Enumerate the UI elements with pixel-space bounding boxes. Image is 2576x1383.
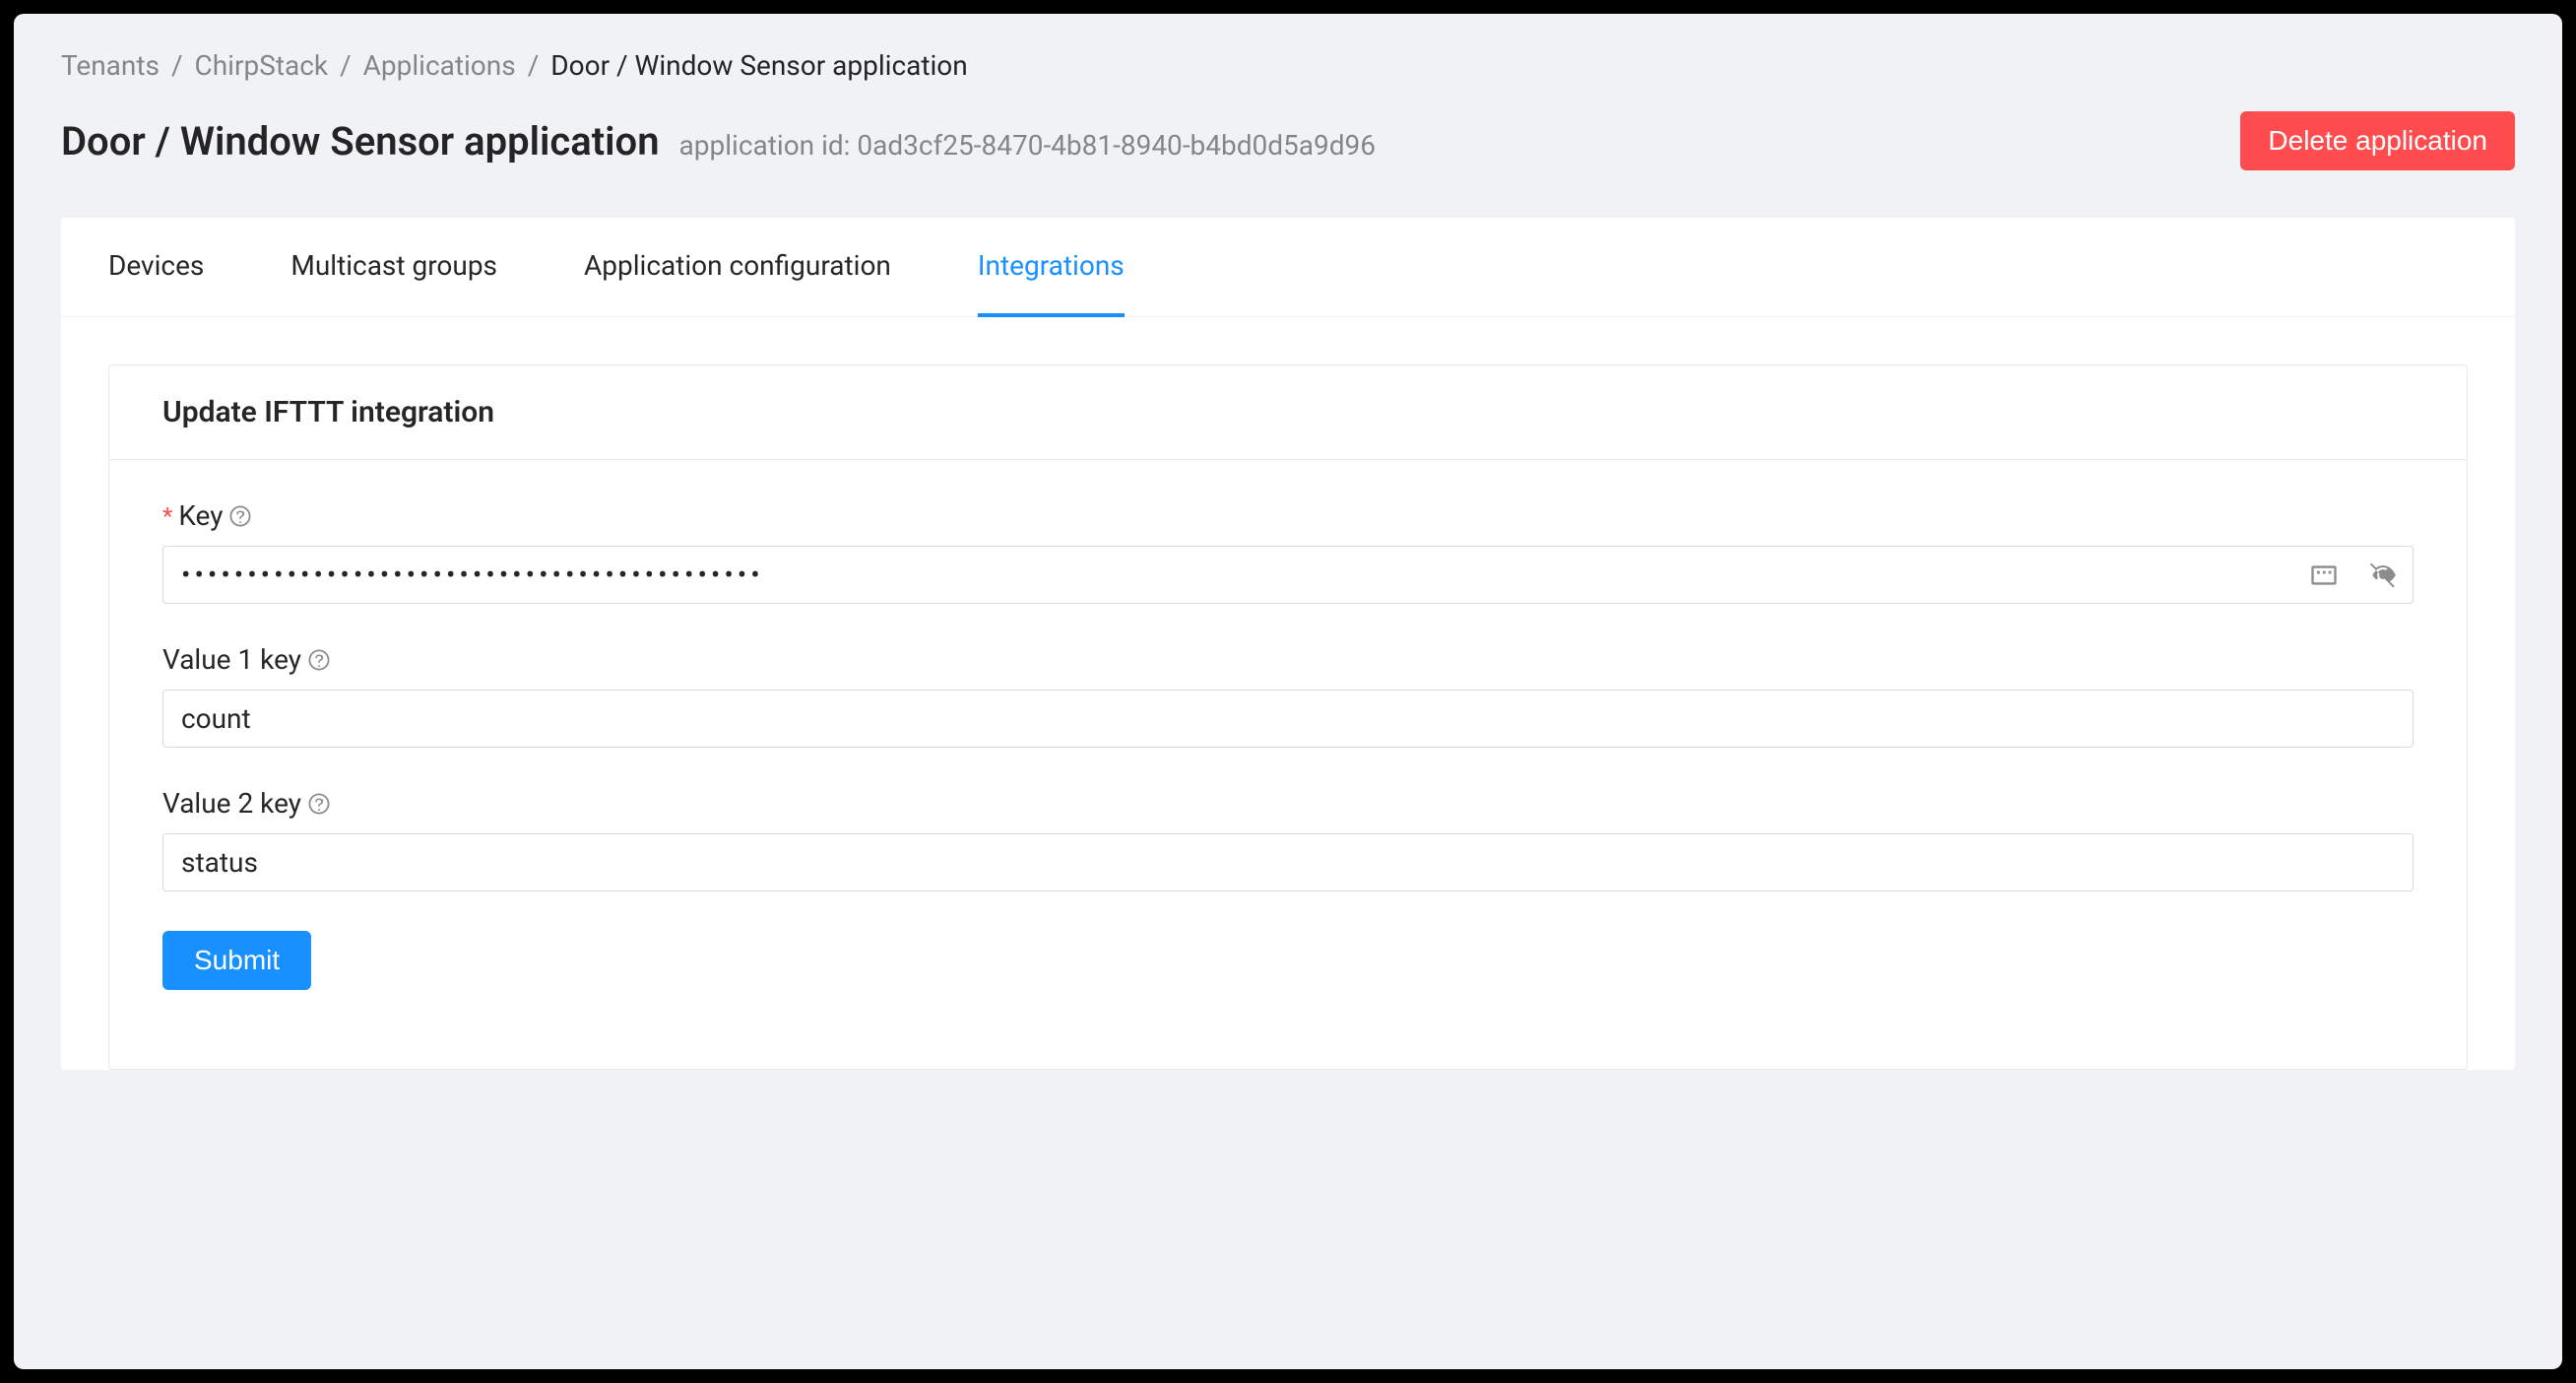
breadcrumb-link-applications[interactable]: Applications bbox=[363, 49, 516, 82]
value1-label: Value 1 key bbox=[162, 643, 2414, 676]
eye-invisible-icon[interactable] bbox=[2368, 560, 2398, 590]
help-icon[interactable] bbox=[307, 648, 331, 672]
key-label: * Key bbox=[162, 499, 2414, 532]
help-icon[interactable] bbox=[307, 792, 331, 816]
key-label-text: Key bbox=[178, 499, 223, 532]
application-id-label: application id: 0ad3cf25-8470-4b81-8940-… bbox=[679, 129, 1376, 162]
value2-input[interactable] bbox=[162, 833, 2414, 891]
breadcrumb-separator: / bbox=[336, 49, 355, 82]
tab-devices[interactable]: Devices bbox=[108, 218, 204, 317]
help-icon[interactable] bbox=[228, 504, 252, 528]
value1-label-text: Value 1 key bbox=[162, 643, 301, 676]
breadcrumb-link-chirpstack[interactable]: ChirpStack bbox=[195, 49, 329, 82]
tab-integrations[interactable]: Integrations bbox=[978, 218, 1125, 317]
value2-label-text: Value 2 key bbox=[162, 787, 301, 820]
tab-multicast-groups[interactable]: Multicast groups bbox=[290, 218, 497, 317]
breadcrumb-separator: / bbox=[524, 49, 544, 82]
submit-button[interactable]: Submit bbox=[162, 931, 311, 990]
breadcrumb-link-tenants[interactable]: Tenants bbox=[61, 49, 160, 82]
panel-title: Update IFTTT integration bbox=[162, 395, 2414, 429]
page-title: Door / Window Sensor application bbox=[61, 118, 660, 165]
breadcrumb: Tenants / ChirpStack / Applications / Do… bbox=[61, 49, 2515, 82]
card-icon[interactable] bbox=[2309, 560, 2339, 590]
value2-label: Value 2 key bbox=[162, 787, 2414, 820]
key-input[interactable] bbox=[162, 546, 2414, 604]
tabs: Devices Multicast groups Application con… bbox=[61, 218, 2515, 317]
breadcrumb-current: Door / Window Sensor application bbox=[550, 49, 967, 82]
tab-application-configuration[interactable]: Application configuration bbox=[584, 218, 891, 317]
required-mark: * bbox=[162, 504, 172, 528]
value1-input[interactable] bbox=[162, 690, 2414, 748]
breadcrumb-separator: / bbox=[167, 49, 187, 82]
delete-application-button[interactable]: Delete application bbox=[2240, 111, 2515, 170]
